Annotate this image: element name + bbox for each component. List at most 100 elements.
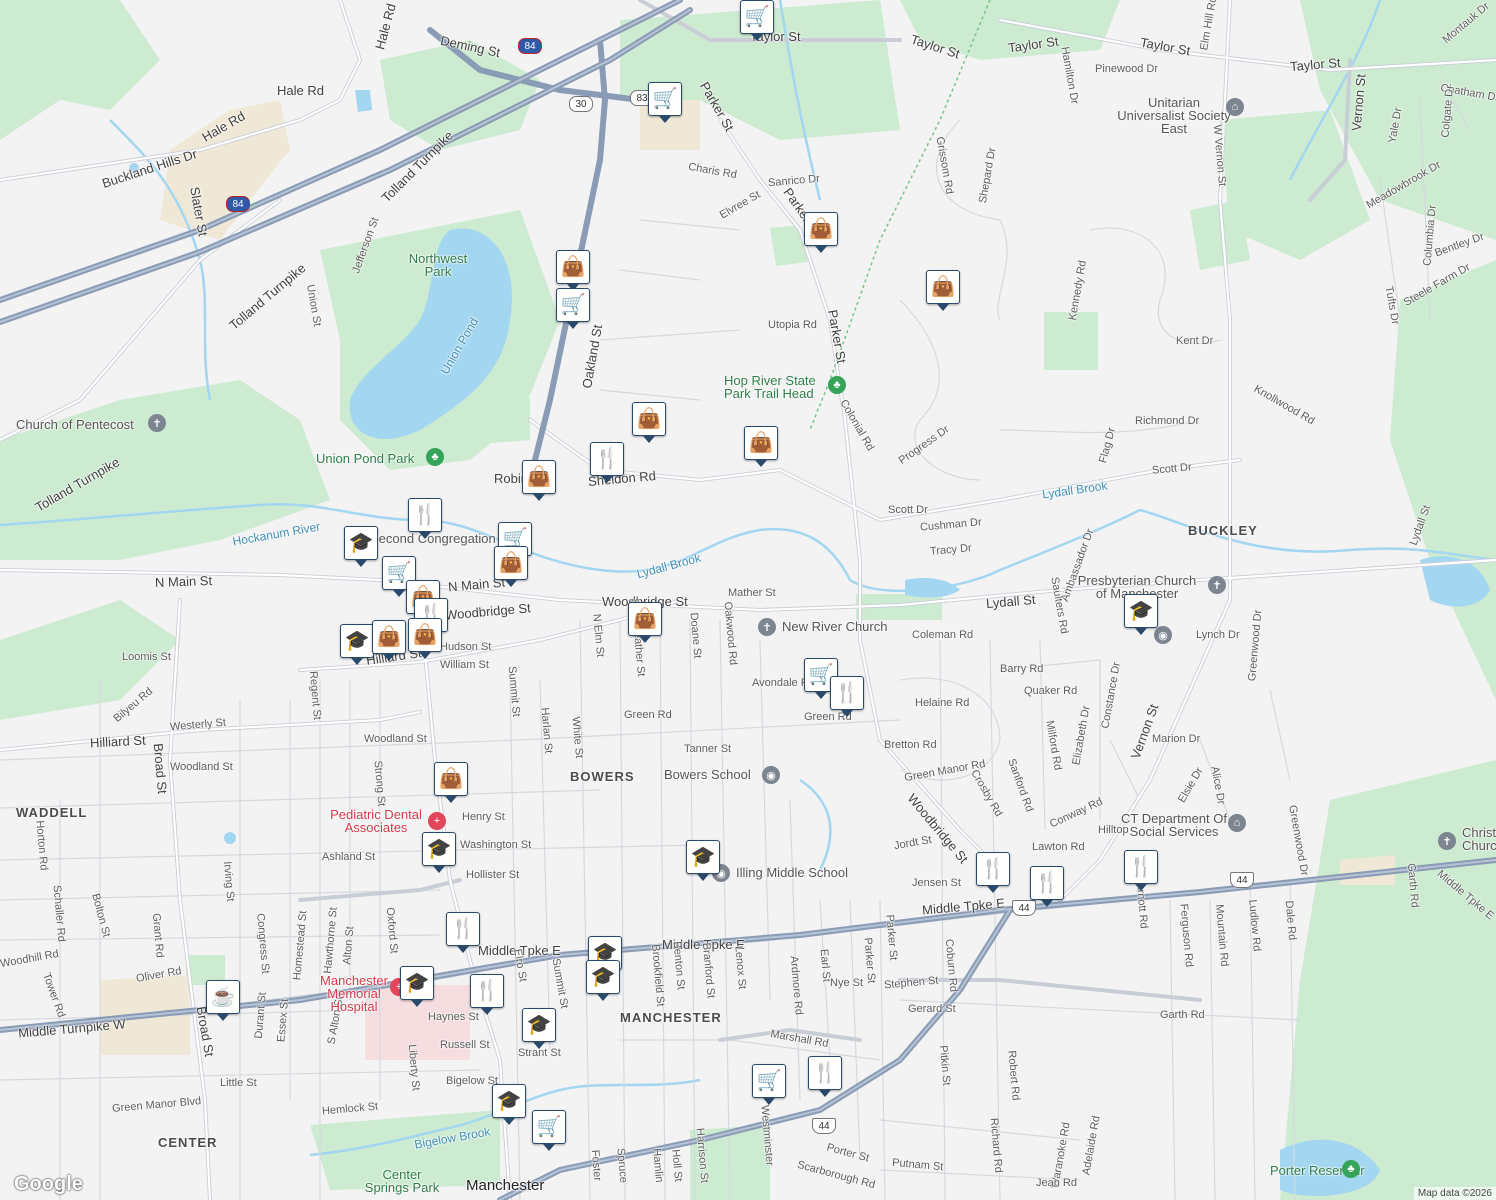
school-icon[interactable]: 🎓 xyxy=(586,960,620,1001)
street-label: Kent Dr xyxy=(1176,335,1214,347)
street-label: Quaker Rd xyxy=(1024,685,1078,697)
medical-label: Pediatric Dental Associates xyxy=(330,807,422,835)
street-label: Barry Rd xyxy=(1000,663,1044,675)
area-label: MANCHESTER xyxy=(620,1010,722,1025)
restaurant-icon[interactable]: 🍴 xyxy=(830,676,864,717)
map-attribution[interactable]: Map data ©2026 xyxy=(1413,1187,1496,1200)
poi-label: Second Congregation xyxy=(370,531,496,546)
restaurant-icon[interactable]: 🍴 xyxy=(446,912,480,953)
shopping-bag-icon[interactable]: 👜 xyxy=(926,270,960,311)
shopping-cart-icon[interactable]: 🛒 xyxy=(648,82,682,123)
street-label: Richmond Dr xyxy=(1135,415,1200,427)
school-icon[interactable]: ◉ xyxy=(1154,626,1172,644)
street-label: Green Rd xyxy=(624,709,672,721)
school-icon[interactable]: 🎓 xyxy=(522,1008,556,1049)
us-route-shield: 44 xyxy=(1230,872,1254,888)
shopping-bag-icon[interactable]: 👜 xyxy=(804,212,838,253)
area-label: BUCKLEY xyxy=(1188,523,1258,538)
restaurant-icon[interactable]: 🍴 xyxy=(1124,850,1158,891)
park-label: Union Pond Park xyxy=(316,451,415,466)
shopping-bag-icon[interactable]: 👜 xyxy=(744,426,778,467)
restaurant-icon[interactable]: 🍴 xyxy=(808,1056,842,1097)
street-label: Strant St xyxy=(518,1047,561,1059)
street-label: Russell St xyxy=(440,1039,490,1051)
park-label: Northwest Park xyxy=(408,251,468,279)
church-icon[interactable]: ✝ xyxy=(148,414,166,432)
shopping-bag-icon[interactable]: 👜 xyxy=(522,460,556,501)
poi-label: New River Church xyxy=(782,619,888,634)
park-label: Hop River State Park Trail Head xyxy=(724,373,816,401)
street-label: White St xyxy=(569,716,586,759)
shopping-cart-icon[interactable]: 🛒 xyxy=(740,0,774,41)
poi-label: Church of Pentecost xyxy=(16,417,134,432)
church-icon[interactable]: ✝ xyxy=(1208,576,1226,594)
park-icon[interactable]: ♣ xyxy=(828,376,846,394)
shopping-bag-icon[interactable]: 👜 xyxy=(632,402,666,443)
government-icon[interactable]: ⌂ xyxy=(1228,814,1246,832)
shopping-bag-icon[interactable]: 👜 xyxy=(628,602,662,643)
street-label: Tanner St xyxy=(684,743,732,755)
street-label: Lenox St xyxy=(732,945,749,990)
medical-icon[interactable]: + xyxy=(428,812,446,830)
shopping-cart-icon[interactable]: 🛒 xyxy=(556,288,590,329)
park-icon[interactable]: ♣ xyxy=(1342,1160,1360,1178)
church-icon[interactable]: ✝ xyxy=(758,618,776,636)
street-label: Irving St xyxy=(220,860,237,903)
street-label: Gerard St xyxy=(908,1003,956,1015)
street-label: Mather St xyxy=(728,587,776,599)
street-label: Foster xyxy=(588,1149,604,1182)
street-label: Bretton Rd xyxy=(884,739,937,751)
school-icon[interactable]: ◉ xyxy=(762,766,780,784)
area-label: WADDELL xyxy=(16,805,88,820)
school-icon[interactable]: 🎓 xyxy=(1124,594,1158,635)
interstate-shield: 84 xyxy=(226,196,250,212)
shopping-bag-icon[interactable]: 👜 xyxy=(372,620,406,661)
shopping-bag-icon[interactable]: 👜 xyxy=(434,762,468,803)
restaurant-icon[interactable]: 🍴 xyxy=(470,974,504,1015)
street-label: Haynes St xyxy=(428,1011,479,1023)
street-label: Marion Dr xyxy=(1152,733,1201,745)
street-label: Henry St xyxy=(462,811,505,823)
poi-label: CT Department Of Social Services xyxy=(1121,811,1227,839)
shopping-bag-icon[interactable]: 👜 xyxy=(494,546,528,587)
church-icon[interactable]: ✝ xyxy=(1438,832,1456,850)
school-icon[interactable]: 🎓 xyxy=(340,624,374,665)
school-icon[interactable]: 🎓 xyxy=(344,526,378,567)
restaurant-icon[interactable]: 🍴 xyxy=(976,852,1010,893)
street-label: Loomis St xyxy=(122,651,171,663)
park-label: Center Springs Park xyxy=(364,1167,440,1195)
park-icon[interactable]: ♣ xyxy=(426,448,444,466)
street-label: Pinewood Dr xyxy=(1095,63,1158,75)
state-route-shield: 30 xyxy=(569,96,593,112)
street-label: William St xyxy=(440,659,489,671)
street-label: Hilliard St xyxy=(89,732,146,751)
worship-icon[interactable]: ⌂ xyxy=(1226,98,1244,116)
street-label: Hudson St xyxy=(440,641,492,653)
street-label: Woodland St xyxy=(170,761,233,773)
shopping-bag-icon[interactable]: 👜 xyxy=(408,618,442,659)
street-label: Hale Rd xyxy=(277,83,324,98)
street-label: Ashland St xyxy=(322,851,376,863)
area-label: BOWERS xyxy=(570,769,635,784)
street-label: Utopia Rd xyxy=(768,319,817,331)
school-icon[interactable]: 🎓 xyxy=(422,832,456,873)
medical-label: Manchester Memorial Hospital xyxy=(320,973,388,1014)
restaurant-icon[interactable]: 🍴 xyxy=(1030,866,1064,907)
poi-label: Illing Middle School xyxy=(736,865,849,880)
school-icon[interactable]: 🎓 xyxy=(686,840,720,881)
school-icon[interactable]: 🎓 xyxy=(492,1084,526,1125)
school-icon[interactable]: 🎓 xyxy=(400,966,434,1007)
street-label: Dale Rd xyxy=(1282,900,1299,941)
shopping-cart-icon[interactable]: 🛒 xyxy=(752,1064,786,1105)
shopping-cart-icon[interactable]: 🛒 xyxy=(532,1110,566,1151)
shopping-bag-icon[interactable]: 👜 xyxy=(556,250,590,291)
restaurant-icon[interactable]: 🍴 xyxy=(408,498,442,539)
restaurant-icon[interactable]: 🍴 xyxy=(590,442,624,483)
poi-label: Bowers School xyxy=(664,767,751,782)
street-label: Nye St xyxy=(830,977,864,989)
cafe-icon[interactable]: ☕ xyxy=(206,980,240,1021)
map-canvas[interactable]: Deming St Hale Rd Hale Rd Hale Rd Buckla… xyxy=(0,0,1496,1200)
street-label: Little St xyxy=(220,1077,257,1089)
street-label: Bigelow St xyxy=(446,1075,498,1087)
street-label: Helaine Rd xyxy=(915,697,970,709)
